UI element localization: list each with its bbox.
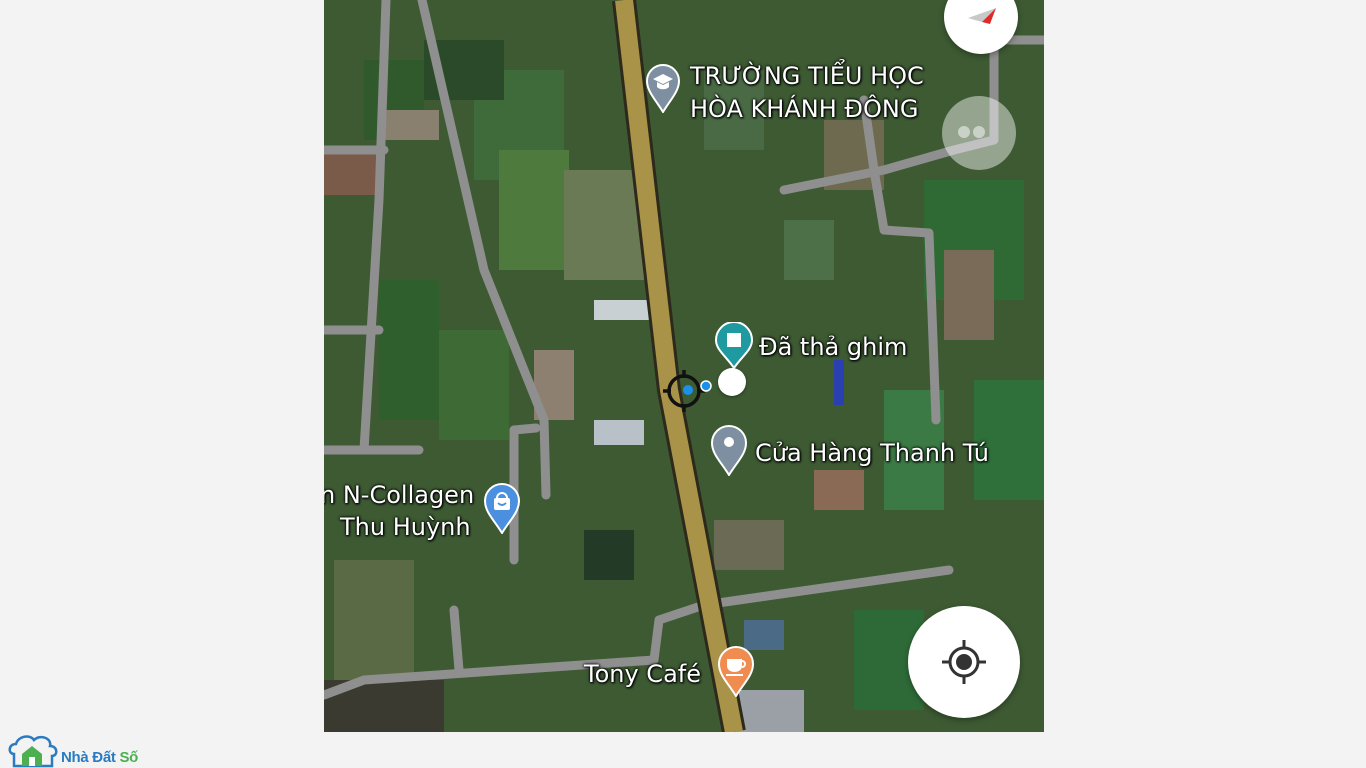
collagen-shop-label-line2[interactable]: Thu Huỳnh (340, 512, 471, 543)
place-pin-icon (710, 425, 748, 477)
satellite-map[interactable]: TRƯỜNG TIỂU HỌC HÒA KHÁNH ĐÔNG Đã thả gh… (324, 0, 1044, 732)
collagen-shop-label-line1[interactable]: n N-Collagen (324, 480, 474, 511)
brand-logo-icon (8, 735, 58, 768)
dropped-pin[interactable] (714, 321, 754, 375)
my-location-icon (942, 640, 986, 684)
cafe-label[interactable]: Tony Café (584, 659, 701, 690)
school-icon (645, 64, 681, 114)
cafe-icon (717, 646, 755, 698)
store-label[interactable]: Cửa Hàng Thanh Tú (755, 438, 989, 469)
crosshair-marker-icon (663, 370, 712, 412)
shopping-bag-icon (483, 483, 521, 535)
brand-name-part1: Nhà Đất (61, 749, 116, 766)
shopping-pin[interactable] (483, 482, 521, 539)
dropped-pin-icon (714, 321, 754, 370)
layers-icon (958, 126, 985, 138)
store-pin[interactable] (710, 424, 748, 481)
layers-button[interactable] (942, 96, 1016, 170)
my-location-button[interactable] (908, 606, 1020, 718)
dropped-pin-label[interactable]: Đã thả ghim (759, 332, 907, 363)
brand-name-part2: Số (119, 749, 139, 766)
school-pin[interactable] (645, 63, 681, 118)
school-name-line1[interactable]: TRƯỜNG TIỂU HỌC (690, 61, 924, 92)
selection-dot[interactable] (718, 368, 746, 396)
compass-icon (968, 8, 996, 24)
cafe-pin[interactable] (717, 645, 755, 702)
school-name-line2[interactable]: HÒA KHÁNH ĐÔNG (690, 94, 918, 125)
compass-button[interactable] (944, 0, 1018, 54)
brand-name: Nhà Đất Số (61, 749, 138, 766)
